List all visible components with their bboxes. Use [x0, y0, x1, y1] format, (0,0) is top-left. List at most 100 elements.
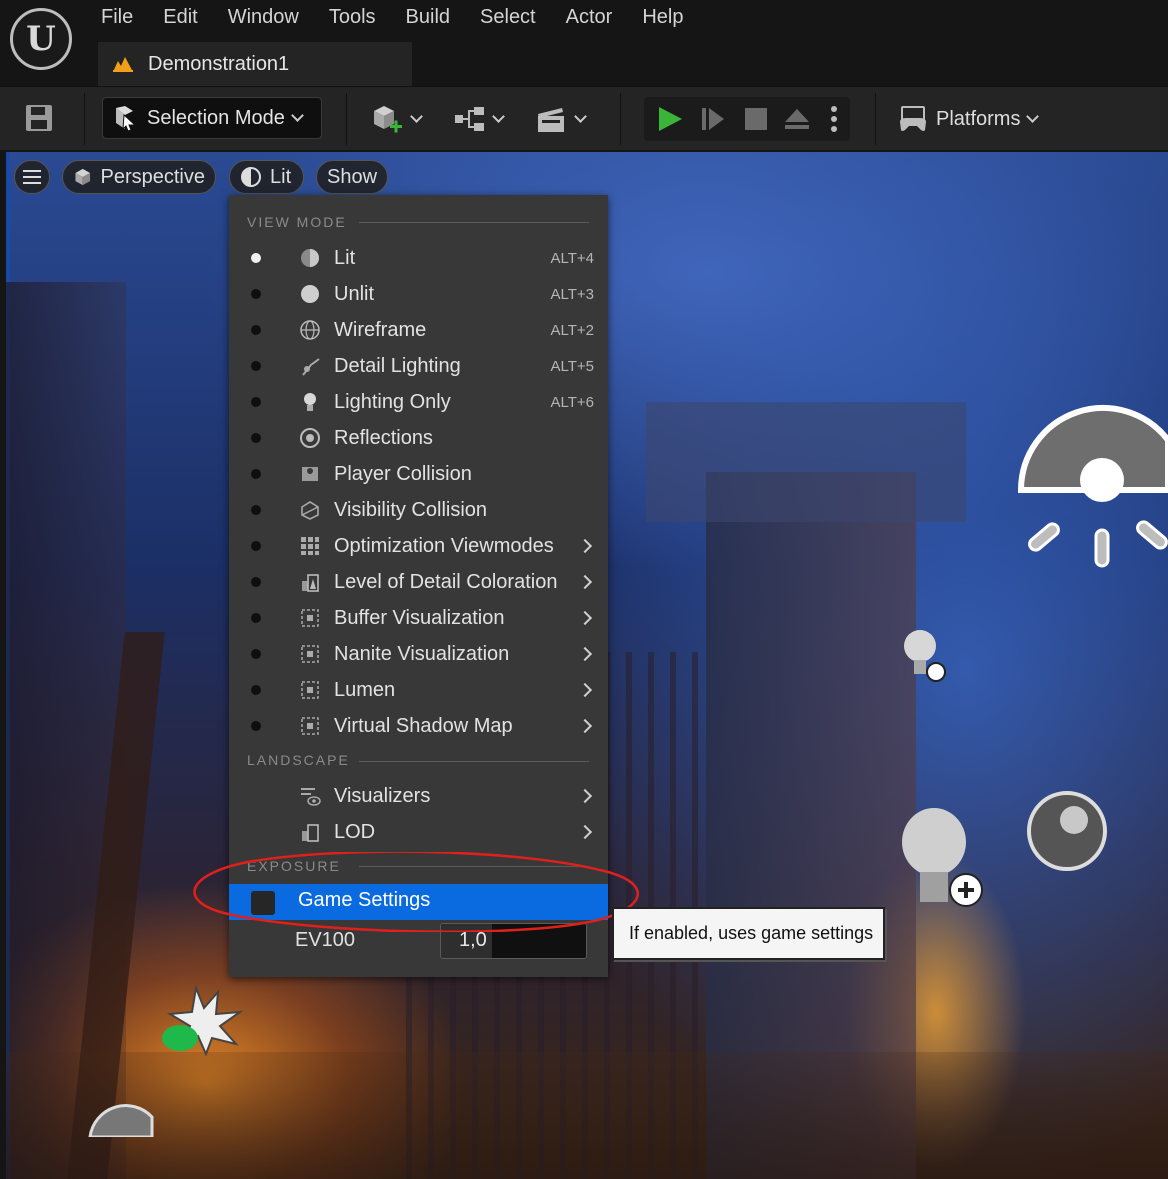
eject-icon[interactable]: [784, 107, 810, 131]
menu-help[interactable]: Help: [627, 4, 698, 32]
lod-icon: [299, 821, 321, 843]
view-mode-item-label: Lumen: [334, 678, 396, 701]
view-mode-item-label: Reflections: [334, 426, 433, 449]
skip-frame-icon[interactable]: [700, 106, 726, 132]
landscape-item-label: Visualizers: [334, 784, 431, 807]
audio-source-icon[interactable]: [86, 1077, 156, 1137]
shortcut-label: ALT+3: [550, 285, 595, 303]
landscape-item[interactable]: Visualizers: [229, 778, 608, 814]
scene-floor: [6, 1052, 1168, 1179]
view-mode-item-label: Wireframe: [334, 318, 427, 341]
radio-indicator: [251, 505, 261, 515]
view-mode-item[interactable]: Unlit ALT+3: [229, 276, 608, 312]
unlit-sphere-icon: [299, 283, 321, 305]
save-icon[interactable]: [24, 103, 54, 133]
hamburger-menu-icon: [23, 170, 41, 184]
view-mode-item[interactable]: Detail Lighting ALT+5: [229, 348, 608, 384]
chevron-right-icon: [577, 538, 593, 554]
radio-indicator: [251, 613, 261, 623]
ev100-value: 1,0: [459, 929, 487, 951]
chevron-right-icon: [577, 824, 593, 840]
title-bar: U File Edit Window Tools Build Select Ac…: [0, 0, 1168, 86]
chevron-right-icon: [577, 682, 593, 698]
platforms-label: Platforms: [936, 107, 1021, 130]
view-mode-item-label: Virtual Shadow Map: [334, 714, 513, 737]
tooltip-text: If enabled, uses game settings: [629, 923, 874, 943]
toolbar-separator: [84, 93, 85, 145]
point-light-icon[interactable]: [898, 806, 990, 916]
detail-lighting-icon: [299, 355, 321, 377]
lightbulb-icon: [299, 391, 321, 413]
view-mode-item[interactable]: Player Collision: [229, 456, 608, 492]
clapperboard-icon: [538, 108, 564, 132]
menu-actor[interactable]: Actor: [551, 4, 628, 32]
selection-mode-dropdown[interactable]: Selection Mode: [102, 97, 322, 139]
landscape-item[interactable]: LOD: [229, 814, 608, 850]
play-icon[interactable]: [656, 105, 684, 133]
stop-icon[interactable]: [744, 107, 768, 131]
perspective-dropdown[interactable]: Perspective: [62, 160, 216, 194]
menu-build[interactable]: Build: [391, 4, 465, 32]
show-dropdown[interactable]: Show: [316, 160, 388, 194]
view-mode-item[interactable]: Reflections: [229, 420, 608, 456]
buffer-icon: [299, 643, 321, 665]
view-mode-item-label: Player Collision: [334, 462, 472, 485]
chevron-right-icon: [577, 574, 593, 590]
view-mode-item-label: Unlit: [334, 282, 375, 305]
unreal-logo-icon[interactable]: U: [10, 8, 72, 70]
directional-light-icon[interactable]: [1016, 400, 1168, 570]
ev100-input[interactable]: 1,0: [440, 923, 587, 959]
chevron-right-icon: [577, 646, 593, 662]
toolbar-separator: [620, 93, 621, 145]
lod-coloration-icon: [299, 571, 321, 593]
view-mode-item[interactable]: Optimization Viewmodes: [229, 528, 608, 564]
menu-bar: File Edit Window Tools Build Select Acto…: [86, 4, 698, 32]
chevron-down-icon: [1026, 110, 1040, 123]
menu-tools[interactable]: Tools: [314, 4, 391, 32]
view-mode-item-label: Nanite Visualization: [334, 642, 510, 665]
visibility-collision-icon: [299, 499, 321, 521]
cinematics-button[interactable]: [536, 87, 587, 151]
view-mode-item[interactable]: Lit ALT+4: [229, 240, 608, 276]
menu-edit[interactable]: Edit: [148, 4, 212, 32]
document-tab-label: Demonstration1: [148, 52, 290, 75]
toolbar-separator: [875, 93, 876, 145]
toolbar-separator: [346, 93, 347, 145]
view-mode-item[interactable]: Wireframe ALT+2: [229, 312, 608, 348]
view-mode-item[interactable]: Nanite Visualization: [229, 636, 608, 672]
viewport-options-button[interactable]: [14, 160, 50, 194]
view-mode-item[interactable]: Lumen: [229, 672, 608, 708]
landscape-section-header: LANDSCAPE: [247, 752, 350, 768]
view-mode-item[interactable]: Visibility Collision: [229, 492, 608, 528]
shortcut-label: ALT+4: [550, 249, 595, 267]
game-settings-menu-item[interactable]: Game Settings: [229, 884, 608, 920]
view-mode-item[interactable]: Buffer Visualization: [229, 600, 608, 636]
particle-effect-icon[interactable]: [158, 984, 248, 1056]
view-mode-dropdown[interactable]: Lit: [229, 160, 304, 194]
document-tab[interactable]: Demonstration1: [98, 42, 412, 86]
game-settings-checkbox[interactable]: [251, 891, 275, 915]
add-actor-button[interactable]: [370, 87, 423, 151]
view-mode-item[interactable]: Virtual Shadow Map: [229, 708, 608, 744]
platforms-icon: [900, 106, 926, 131]
radio-indicator: [251, 361, 261, 371]
menu-select[interactable]: Select: [465, 4, 551, 32]
menu-file[interactable]: File: [86, 4, 148, 32]
view-mode-item[interactable]: Level of Detail Coloration: [229, 564, 608, 600]
buffer-icon: [299, 715, 321, 737]
menu-window[interactable]: Window: [213, 4, 314, 32]
chevron-right-icon: [577, 788, 593, 804]
game-settings-label: Game Settings: [298, 889, 431, 911]
reflection-capture-icon[interactable]: [1026, 790, 1108, 872]
platforms-dropdown[interactable]: Platforms: [898, 97, 1040, 141]
blueprints-button[interactable]: [454, 87, 505, 151]
main-toolbar: Selection Mode Platforms: [0, 86, 1168, 150]
view-mode-item[interactable]: Lighting Only ALT+6: [229, 384, 608, 420]
section-divider: [359, 222, 589, 223]
chevron-down-icon: [574, 110, 587, 123]
point-light-icon[interactable]: [902, 628, 948, 684]
level-icon: [113, 57, 133, 72]
radio-indicator: [251, 649, 261, 659]
view-mode-item-label: Detail Lighting: [334, 354, 461, 377]
more-options-icon[interactable]: [830, 105, 838, 133]
